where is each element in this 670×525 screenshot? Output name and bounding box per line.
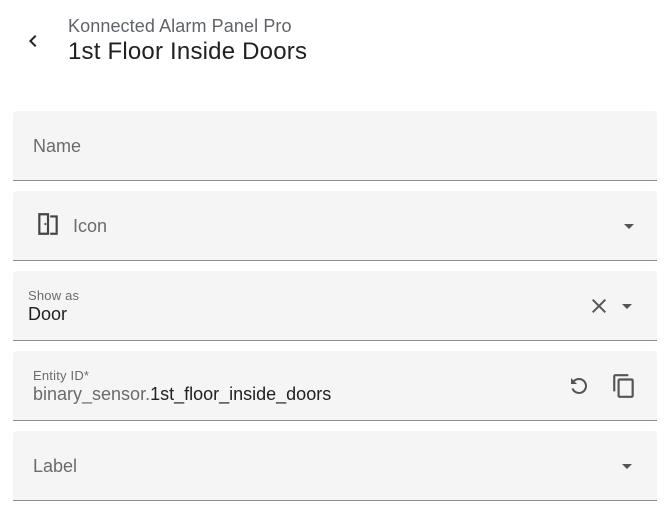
name-field[interactable]: Name <box>13 111 657 181</box>
show-as-select[interactable]: Show as Door <box>13 271 657 341</box>
back-button[interactable] <box>18 26 48 56</box>
label-placeholder: Label <box>33 456 78 476</box>
entity-id-value: binary_sensor.1st_floor_inside_doors <box>33 384 331 405</box>
entity-id-field[interactable]: Entity ID* binary_sensor.1st_floor_insid… <box>13 351 657 421</box>
icon-picker[interactable]: Icon <box>13 191 657 261</box>
show-as-dropdown-button[interactable] <box>615 294 639 318</box>
close-icon <box>592 299 606 313</box>
menu-down-icon <box>622 304 632 309</box>
show-as-label: Show as <box>28 288 80 303</box>
entity-id-object-id: 1st_floor_inside_doors <box>150 384 332 404</box>
page-title: 1st Floor Inside Doors <box>68 38 308 65</box>
chevron-left-icon <box>29 35 37 47</box>
page-header: Konnected Alarm Panel Pro 1st Floor Insi… <box>0 0 670 90</box>
copy-entity-id-button[interactable] <box>611 373 637 399</box>
entity-id-label: Entity ID* <box>33 368 90 383</box>
menu-down-icon <box>622 464 632 469</box>
door-icon <box>38 213 58 235</box>
icon-dropdown-button[interactable] <box>617 214 641 238</box>
restore-icon <box>571 377 588 394</box>
menu-down-icon <box>624 224 634 229</box>
label-dropdown-button[interactable] <box>615 454 639 478</box>
device-name: Konnected Alarm Panel Pro <box>68 16 292 36</box>
clear-button[interactable] <box>587 294 611 318</box>
show-as-value: Door <box>28 304 68 324</box>
restore-entity-id-button[interactable] <box>566 373 592 399</box>
copy-icon <box>613 374 634 398</box>
entity-id-prefix: binary_sensor. <box>33 384 151 404</box>
icon-label: Icon <box>73 216 108 236</box>
label-picker[interactable]: Label <box>13 431 657 501</box>
name-placeholder: Name <box>33 136 82 156</box>
